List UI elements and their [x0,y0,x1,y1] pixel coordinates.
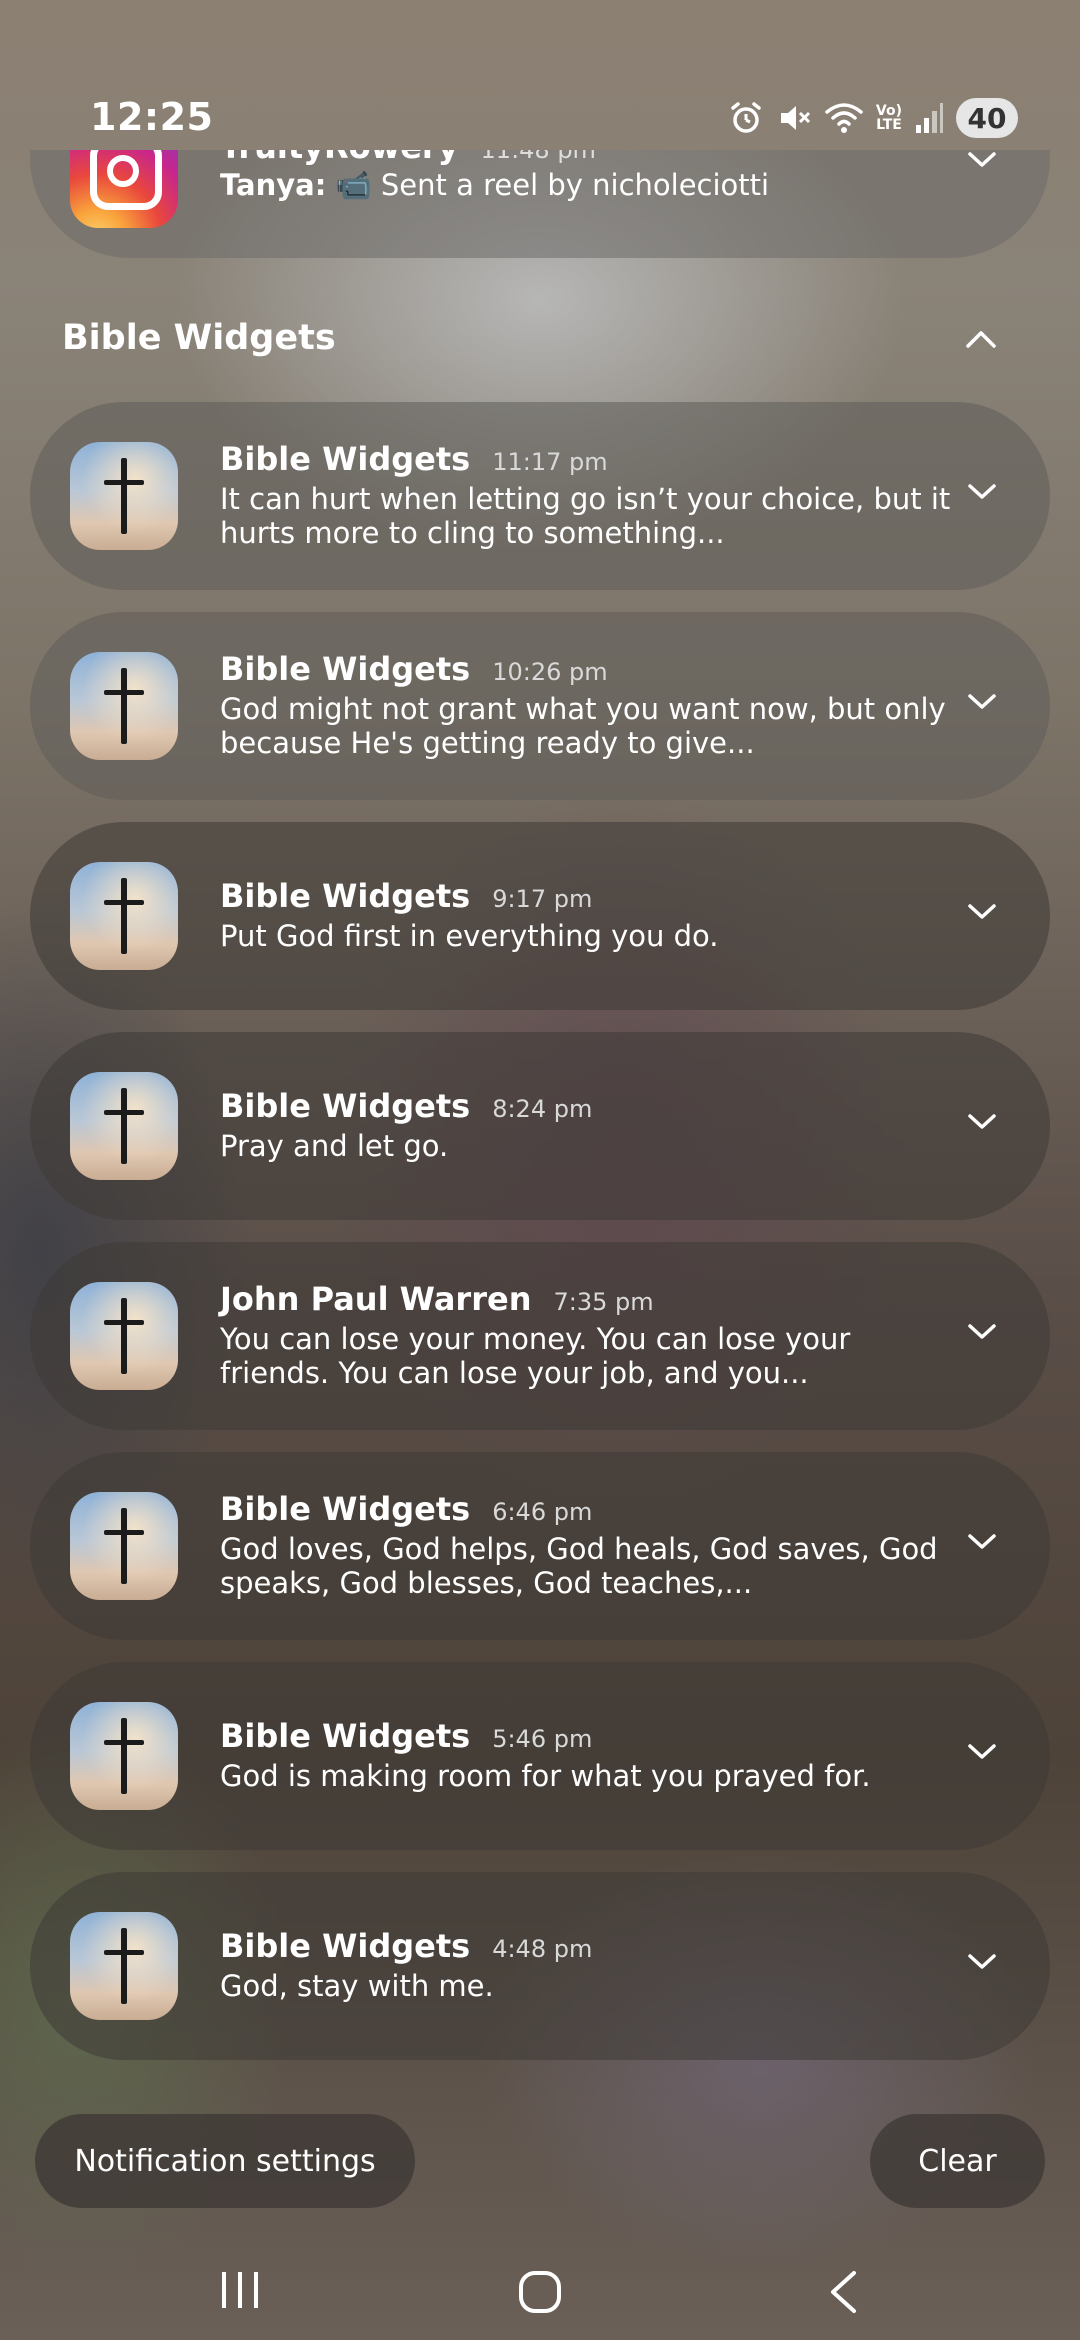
notification-card[interactable]: Bible Widgets 10:26 pm God might not grant… [30,612,1050,800]
notification-app-name: Bible Widgets [220,650,471,688]
notification-body: It can hurt when letting go isn’t your c… [220,482,951,550]
notification-card[interactable]: Bible Widgets 5:46 pm God is making room f… [30,1662,1050,1850]
notification-body: God is making room for what you prayed f… [220,1759,871,1793]
notification-app-name: Bible Widgets [220,1717,471,1755]
clear-button[interactable]: Clear [870,2114,1045,2208]
notification-app-name: Bible Widgets [220,1927,471,1965]
notification-card[interactable]: Bible Widgets 11:17 pm It can hurt when le… [30,402,1050,590]
cross-app-icon [70,442,178,550]
notification-group-header[interactable]: Bible Widgets [62,318,1018,368]
notification-card[interactable]: Bible Widgets 8:24 pm Pray and let go. [30,1032,1050,1220]
notification-app-name: Bible Widgets [220,1490,471,1528]
notification-time: 8:24 pm [492,1095,593,1123]
cross-app-icon [70,862,178,970]
notification-time: 5:46 pm [492,1725,593,1753]
notification-time: 6:46 pm [492,1498,593,1526]
chevron-down-icon[interactable] [966,1112,998,1132]
notification-card[interactable]: Bible Widgets 4:48 pm God, stay with me. [30,1872,1050,2060]
cross-app-icon [70,1702,178,1810]
navigation-bar [0,2240,1080,2340]
cross-app-icon [70,652,178,760]
notification-card[interactable]: Bible Widgets 6:46 pm God loves, God helps… [30,1452,1050,1640]
chevron-down-icon[interactable] [966,1322,998,1342]
notification-app-name: Bible Widgets [220,440,471,478]
chevron-up-icon[interactable] [964,328,998,350]
clock: 12:25 [90,95,214,139]
notification-app-name: John Paul Warren [220,1280,532,1318]
notification-body: You can lose your money. You can lose yo… [220,1322,851,1390]
cross-app-icon [70,1072,178,1180]
wifi-icon [825,103,863,133]
notification-settings-button[interactable]: Notification settings [35,2114,415,2208]
cross-app-icon [70,1912,178,2020]
notification-time: 11:17 pm [492,448,608,476]
back-icon[interactable] [826,2270,860,2314]
battery-icon: 40 [956,98,1018,138]
chevron-down-icon[interactable] [966,902,998,922]
home-icon[interactable] [518,2270,562,2314]
cross-app-icon [70,1492,178,1600]
alarm-icon [731,102,761,133]
signal-icon [916,103,943,133]
notification-time: 10:26 pm [492,658,608,686]
notification-time: 4:48 pm [492,1935,593,1963]
chevron-down-icon[interactable] [966,150,998,170]
chevron-down-icon[interactable] [966,1952,998,1972]
notification-body: God loves, God helps, God heals, God sav… [220,1532,938,1600]
chevron-down-icon[interactable] [966,482,998,502]
notification-sender: Tanya: [220,168,327,202]
status-bar: 12:25 Vo) LTE 40 [0,0,1080,150]
chevron-down-icon[interactable] [966,1742,998,1762]
notification-card[interactable]: John Paul Warren 7:35 pm You can lose your… [30,1242,1050,1430]
chevron-down-icon[interactable] [966,692,998,712]
notification-app-name: Bible Widgets [220,877,471,915]
notification-time: 7:35 pm [553,1288,654,1316]
notification-message: 📹 Sent a reel by nicholeciotti [335,168,770,202]
notification-body: God, stay with me. [220,1969,494,2003]
notification-body: God might not grant what you want now, b… [220,692,946,760]
notification-body: Put God first in everything you do. [220,919,719,953]
mute-icon [780,106,810,130]
notification-card[interactable]: Bible Widgets 9:17 pm Put God first in eve… [30,822,1050,1010]
notification-body: Pray and let go. [220,1129,449,1163]
volte-lte-icon: Vo) LTE [875,103,902,133]
notification-time: 9:17 pm [492,885,593,913]
chevron-down-icon[interactable] [966,1532,998,1552]
notification-app-name: Bible Widgets [220,1087,471,1125]
recents-icon[interactable] [218,2270,262,2310]
cross-app-icon [70,1282,178,1390]
group-title: Bible Widgets [62,318,336,358]
